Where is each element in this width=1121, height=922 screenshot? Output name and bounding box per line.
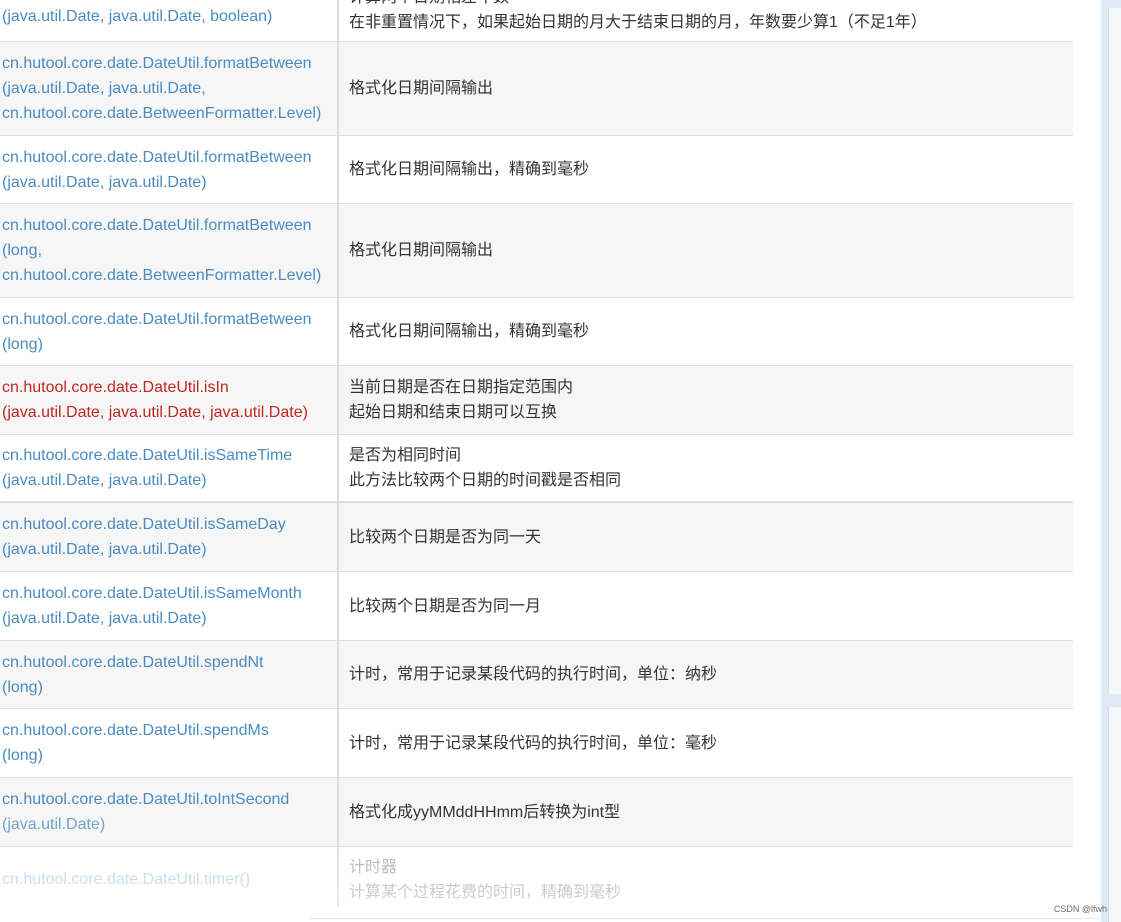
- description-text: 起始日期和结束日期可以互换: [349, 404, 558, 421]
- method-text[interactable]: (java.util.Date, java.util.Date): [2, 468, 337, 493]
- watermark-label: CSDN @lfwh: [1053, 904, 1107, 914]
- description-cell: 计时，常用于记录某段代码的执行时间，单位：纳秒: [349, 641, 1073, 708]
- method-text[interactable]: cn.hutool.core.date.DateUtil.formatBetwe…: [2, 145, 337, 170]
- description-cell: 格式化日期间隔输出，精确到毫秒: [349, 298, 1073, 365]
- method-text[interactable]: (java.util.Date, java.util.Date, boolean…: [2, 4, 337, 29]
- table-row: cn.hutool.core.date.DateUtil.spendMs (lo…: [0, 709, 1073, 778]
- description-text: 格式化日期间隔输出，精确到毫秒: [349, 323, 590, 340]
- method-cell[interactable]: cn.hutool.core.date.DateUtil.isSameTime …: [0, 435, 339, 501]
- method-cell[interactable]: (java.util.Date, java.util.Date, boolean…: [0, 0, 339, 41]
- description-text: 是否为相同时间: [349, 447, 462, 464]
- method-text[interactable]: cn.hutool.core.date.DateUtil.formatBetwe…: [2, 213, 337, 238]
- table-row: cn.hutool.core.date.DateUtil.isSameMonth…: [0, 572, 1073, 641]
- description-text: 格式化成yyMMddHHmm后转换为int型: [349, 803, 621, 821]
- method-text[interactable]: (long): [2, 675, 337, 700]
- scrollbar-thumb[interactable]: [1108, 8, 1121, 694]
- description-text: 计时器: [349, 859, 398, 876]
- method-text[interactable]: cn.hutool.core.date.DateUtil.spendMs: [2, 718, 337, 743]
- method-text[interactable]: cn.hutool.core.date.DateUtil.isSameTime: [2, 443, 337, 468]
- description-text: 计时，常用于记录某段代码的执行时间，单位：毫秒: [349, 734, 718, 752]
- method-text[interactable]: (long): [2, 332, 337, 357]
- description-text: 格式化日期间隔输出: [349, 80, 494, 97]
- description-text: 当前日期是否在日期指定范围内: [349, 379, 574, 396]
- table-row: cn.hutool.core.date.DateUtil.spendNt (lo…: [0, 641, 1073, 709]
- description-cell: 格式化日期间隔输出: [349, 204, 1073, 297]
- table-row: cn.hutool.core.date.DateUtil.timer() 计时器…: [0, 847, 1073, 907]
- description-text: 此方法比较两个日期的时间戳是否相同: [349, 472, 622, 489]
- table-row: cn.hutool.core.date.DateUtil.formatBetwe…: [0, 298, 1073, 366]
- table-row: cn.hutool.core.date.DateUtil.formatBetwe…: [0, 42, 1073, 136]
- method-cell[interactable]: cn.hutool.core.date.DateUtil.spendNt (lo…: [0, 641, 339, 708]
- method-cell[interactable]: cn.hutool.core.date.DateUtil.formatBetwe…: [0, 298, 339, 365]
- description-text: 格式化日期间隔输出: [349, 242, 494, 259]
- method-text[interactable]: cn.hutool.core.date.BetweenFormatter.Lev…: [2, 101, 337, 126]
- description-cell: 计算两个日期相差年数 在非重置情况下，如果起始日期的月大于结束日期的月，年数要少…: [349, 0, 1073, 41]
- table-row: cn.hutool.core.date.DateUtil.isSameDay (…: [0, 503, 1073, 572]
- description-cell: 格式化日期间隔输出: [349, 42, 1073, 135]
- method-cell[interactable]: cn.hutool.core.date.DateUtil.formatBetwe…: [0, 42, 339, 135]
- method-text[interactable]: cn.hutool.core.date.DateUtil.timer(): [2, 867, 337, 892]
- method-cell[interactable]: cn.hutool.core.date.DateUtil.timer(): [0, 847, 339, 907]
- method-text[interactable]: cn.hutool.core.date.DateUtil.spendNt: [2, 650, 337, 675]
- scrollbar-panel[interactable]: [1108, 707, 1121, 922]
- description-text: 计算两个日期相差年数: [349, 0, 1073, 10]
- description-cell: 比较两个日期是否为同一天: [349, 503, 1073, 571]
- description-cell: 格式化日期间隔输出，精确到毫秒: [349, 136, 1073, 203]
- method-text[interactable]: (java.util.Date, java.util.Date,: [2, 76, 337, 101]
- divider: [310, 918, 1100, 919]
- table-row: cn.hutool.core.date.DateUtil.toIntSecond…: [0, 778, 1073, 847]
- method-text[interactable]: cn.hutool.core.date.DateUtil.isSameMonth: [2, 581, 337, 606]
- method-text[interactable]: cn.hutool.core.date.DateUtil.formatBetwe…: [2, 51, 337, 76]
- table-row: cn.hutool.core.date.DateUtil.isSameTime …: [0, 435, 1073, 503]
- description-cell: 当前日期是否在日期指定范围内 起始日期和结束日期可以互换: [349, 366, 1073, 434]
- table-row: cn.hutool.core.date.DateUtil.formatBetwe…: [0, 204, 1073, 298]
- method-text[interactable]: cn.hutool.core.date.DateUtil.isIn: [2, 375, 337, 400]
- description-cell: 是否为相同时间 此方法比较两个日期的时间戳是否相同: [349, 435, 1073, 501]
- method-text[interactable]: (java.util.Date, java.util.Date): [2, 170, 337, 195]
- method-text[interactable]: (java.util.Date): [2, 812, 337, 837]
- method-text[interactable]: cn.hutool.core.date.DateUtil.formatBetwe…: [2, 307, 337, 332]
- method-cell[interactable]: cn.hutool.core.date.DateUtil.isIn (java.…: [0, 366, 339, 434]
- table-row: (java.util.Date, java.util.Date, boolean…: [0, 0, 1073, 42]
- method-text[interactable]: cn.hutool.core.date.DateUtil.toIntSecond: [2, 787, 337, 812]
- method-text[interactable]: (java.util.Date, java.util.Date, java.ut…: [2, 400, 337, 425]
- method-cell[interactable]: cn.hutool.core.date.DateUtil.isSameMonth…: [0, 572, 339, 640]
- method-cell[interactable]: cn.hutool.core.date.DateUtil.spendMs (lo…: [0, 709, 339, 777]
- description-text: 计时，常用于记录某段代码的执行时间，单位：纳秒: [349, 666, 718, 683]
- table-row: cn.hutool.core.date.DateUtil.formatBetwe…: [0, 136, 1073, 204]
- description-cell: 格式化成yyMMddHHmm后转换为int型: [349, 778, 1073, 846]
- description-cell: 计时，常用于记录某段代码的执行时间，单位：毫秒: [349, 709, 1073, 777]
- description-text: 比较两个日期是否为同一天: [349, 528, 542, 546]
- method-text[interactable]: (java.util.Date, java.util.Date): [2, 537, 337, 562]
- method-text[interactable]: (long): [2, 743, 337, 768]
- method-text[interactable]: cn.hutool.core.date.DateUtil.isSameDay: [2, 512, 337, 537]
- description-text: 比较两个日期是否为同一月: [349, 597, 542, 615]
- method-text[interactable]: cn.hutool.core.date.BetweenFormatter.Lev…: [2, 263, 337, 288]
- table-row: cn.hutool.core.date.DateUtil.isIn (java.…: [0, 366, 1073, 435]
- description-text: 计算某个过程花费的时间，精确到毫秒: [349, 884, 622, 901]
- method-text[interactable]: (java.util.Date, java.util.Date): [2, 606, 337, 631]
- description-text: 在非重置情况下，如果起始日期的月大于结束日期的月，年数要少算1（不足1年）: [349, 14, 927, 31]
- method-cell[interactable]: cn.hutool.core.date.DateUtil.isSameDay (…: [0, 503, 339, 571]
- method-cell[interactable]: cn.hutool.core.date.DateUtil.formatBetwe…: [0, 136, 339, 203]
- description-text: 格式化日期间隔输出，精确到毫秒: [349, 161, 590, 178]
- description-cell: 比较两个日期是否为同一月: [349, 572, 1073, 640]
- method-text[interactable]: (long,: [2, 238, 337, 263]
- method-cell[interactable]: cn.hutool.core.date.DateUtil.formatBetwe…: [0, 204, 339, 297]
- method-cell[interactable]: cn.hutool.core.date.DateUtil.toIntSecond…: [0, 778, 339, 846]
- description-cell: 计时器 计算某个过程花费的时间，精确到毫秒: [349, 847, 1073, 907]
